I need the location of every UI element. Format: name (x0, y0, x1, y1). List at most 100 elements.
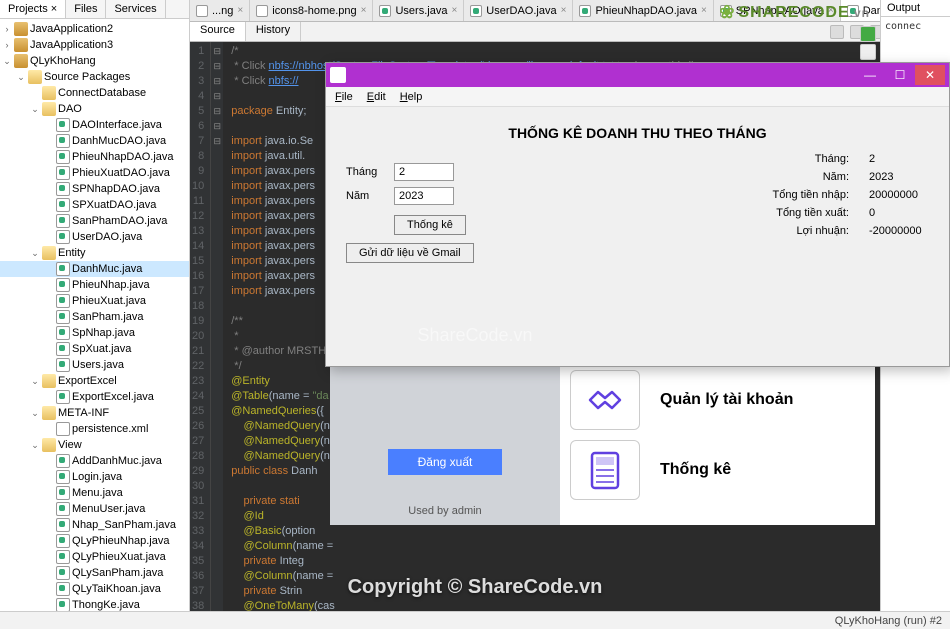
close-button[interactable]: ✕ (915, 65, 945, 85)
stat-value: -20000000 (869, 225, 929, 237)
tree-node[interactable]: PhieuXuatDAO.java (0, 165, 189, 181)
tree-node-label: Login.java (72, 469, 122, 485)
dialog-titlebar[interactable]: — ☐ ✕ (326, 63, 949, 87)
tree-node[interactable]: PhieuNhapDAO.java (0, 149, 189, 165)
tree-node-label: Source Packages (44, 69, 130, 85)
stat-row: Năm:2023 (769, 171, 929, 183)
tree-node[interactable]: ⌄DAO (0, 101, 189, 117)
tree-node[interactable]: ExportExcel.java (0, 389, 189, 405)
thang-input[interactable] (394, 163, 454, 181)
tree-node[interactable]: PhieuXuat.java (0, 293, 189, 309)
editor-tab[interactable]: ...ng× (190, 0, 250, 21)
editor-tab[interactable]: icons8-home.png× (250, 0, 373, 21)
editor-tab[interactable]: PhieuNhapDAO.java× (573, 0, 713, 21)
dashboard-item-stats[interactable]: Thống kê (570, 440, 865, 500)
tab-files[interactable]: Files (66, 0, 106, 18)
logout-button[interactable]: Đăng xuất (388, 449, 503, 475)
java-icon (56, 182, 70, 196)
java-icon (56, 598, 70, 612)
fold-column[interactable]: ⊟⊟⊟⊟⊟⊟⊟ (211, 42, 223, 611)
tree-node[interactable]: UserDAO.java (0, 229, 189, 245)
tree-node[interactable]: SanPham.java (0, 309, 189, 325)
close-tab-icon[interactable]: × (701, 5, 707, 16)
tab-services[interactable]: Services (106, 0, 165, 18)
project-tree[interactable]: ›JavaApplication2›JavaApplication3⌄QLyKh… (0, 19, 189, 629)
editor-tab[interactable]: UserDAO.java× (464, 0, 573, 21)
run-icon[interactable] (860, 26, 876, 42)
close-tab-icon[interactable]: × (561, 5, 567, 16)
java-icon (56, 486, 70, 500)
tree-node[interactable]: Menu.java (0, 485, 189, 501)
stat-label: Tháng: (769, 153, 849, 165)
tree-node[interactable]: PhieuNhap.java (0, 277, 189, 293)
toolbar-btn[interactable] (830, 25, 844, 39)
close-tab-icon[interactable]: × (361, 5, 367, 16)
maximize-button[interactable]: ☐ (885, 65, 915, 85)
stat-row: Lợi nhuận: -20000000 (769, 225, 929, 237)
tree-node[interactable]: QLyTaiKhoan.java (0, 581, 189, 597)
tree-node[interactable]: ⌄View (0, 437, 189, 453)
tree-node[interactable]: ⌄Source Packages (0, 69, 189, 85)
editor-tab[interactable]: Users.java× (373, 0, 464, 21)
tree-node-label: PhieuNhapDAO.java (72, 149, 174, 165)
tree-node[interactable]: DAOInterface.java (0, 117, 189, 133)
editor-subtabs: Source History (190, 22, 950, 42)
tree-node[interactable]: ⌄Entity (0, 245, 189, 261)
menu-help[interactable]: Help (395, 89, 428, 105)
subtab-source[interactable]: Source (190, 22, 246, 41)
tree-node[interactable]: SPNhapDAO.java (0, 181, 189, 197)
subtab-history[interactable]: History (246, 22, 301, 41)
java-icon (56, 390, 70, 404)
tree-node[interactable]: QLyPhieuXuat.java (0, 549, 189, 565)
tree-node[interactable]: ›JavaApplication2 (0, 21, 189, 37)
tree-node-label: DanhMuc.java (72, 261, 142, 277)
tree-node[interactable]: QLySanPham.java (0, 565, 189, 581)
tree-node[interactable]: Login.java (0, 469, 189, 485)
tree-node[interactable]: SpNhap.java (0, 325, 189, 341)
tab-projects[interactable]: Projects × (0, 0, 66, 18)
tree-node[interactable]: AddDanhMuc.java (0, 453, 189, 469)
java-icon (56, 230, 70, 244)
tree-node[interactable]: DanhMucDAO.java (0, 133, 189, 149)
tree-node-label: QLyPhieuXuat.java (72, 549, 166, 565)
tree-node[interactable]: SanPhamDAO.java (0, 213, 189, 229)
java-icon (56, 342, 70, 356)
tree-node[interactable]: ⌄QLyKhoHang (0, 53, 189, 69)
output-tab[interactable]: Output (881, 0, 926, 16)
tree-node[interactable]: ⌄META-INF (0, 405, 189, 421)
minimize-button[interactable]: — (855, 65, 885, 85)
tree-node[interactable]: DanhMuc.java (0, 261, 189, 277)
tree-node[interactable]: QLyPhieuNhap.java (0, 533, 189, 549)
java-icon (56, 358, 70, 372)
tree-node[interactable]: ConnectDatabase (0, 85, 189, 101)
thongke-button[interactable]: Thống kê (394, 215, 466, 235)
tree-node-label: persistence.xml (72, 421, 148, 437)
dialog-body: THỐNG KÊ DOANH THU THEO THÁNG Tháng Năm … (326, 107, 949, 366)
tree-node[interactable]: persistence.xml (0, 421, 189, 437)
tree-node-label: JavaApplication3 (30, 37, 113, 53)
tree-node-label: Menu.java (72, 485, 123, 501)
close-tab-icon[interactable]: × (237, 5, 243, 16)
project-panel: Projects × Files Services ›JavaApplicati… (0, 0, 190, 629)
nam-input[interactable] (394, 187, 454, 205)
tree-node-label: ConnectDatabase (58, 85, 146, 101)
tree-node-label: AddDanhMuc.java (72, 453, 162, 469)
project-panel-tabs: Projects × Files Services (0, 0, 189, 19)
folder-icon (42, 86, 56, 100)
menu-edit[interactable]: Edit (362, 89, 391, 105)
dashboard-item-accounts[interactable]: Quản lý tài khoản (570, 370, 865, 430)
calculator-icon (570, 440, 640, 500)
debug-icon[interactable] (860, 44, 876, 60)
tree-node-label: QLyKhoHang (30, 53, 96, 69)
close-tab-icon[interactable]: × (451, 5, 457, 16)
tree-node[interactable]: SPXuatDAO.java (0, 197, 189, 213)
stat-label: Lợi nhuận: (769, 225, 849, 237)
tree-node[interactable]: Nhap_SanPham.java (0, 517, 189, 533)
gmail-button[interactable]: Gửi dữ liệu về Gmail (346, 243, 474, 263)
tree-node[interactable]: Users.java (0, 357, 189, 373)
tree-node[interactable]: MenuUser.java (0, 501, 189, 517)
menu-file[interactable]: File (330, 89, 358, 105)
tree-node[interactable]: ›JavaApplication3 (0, 37, 189, 53)
tree-node[interactable]: SpXuat.java (0, 341, 189, 357)
tree-node[interactable]: ⌄ExportExcel (0, 373, 189, 389)
